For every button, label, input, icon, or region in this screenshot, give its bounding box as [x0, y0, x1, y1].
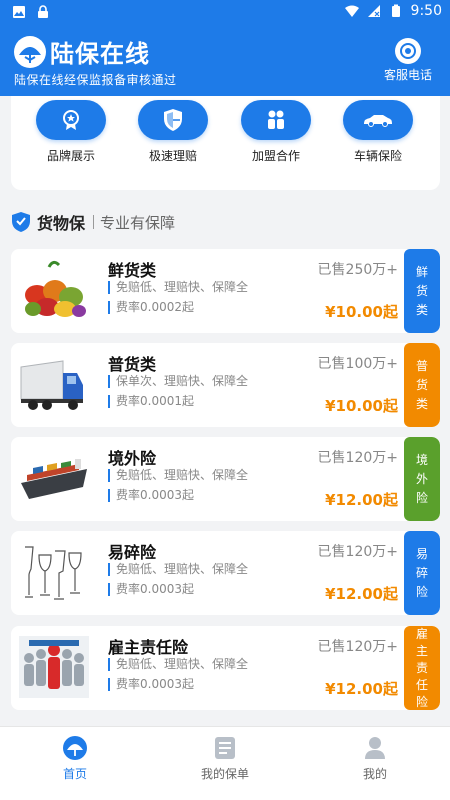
tag-char: 货 [415, 283, 428, 298]
vegetables-image [25, 260, 86, 317]
tag-char: 碎 [415, 565, 428, 580]
tag-char: 主 [415, 643, 428, 658]
product-features: 免赔低、理赔快、保障全 [108, 563, 248, 576]
product-card-fresh[interactable]: 鲜货类 免赔低、理赔快、保障全 费率0.0002起 已售250万+ ¥10.00… [11, 249, 440, 333]
product-rate: 费率0.0003起 [108, 583, 194, 596]
tag-char: 任 [415, 677, 428, 692]
product-price: ¥12.00起 [325, 680, 398, 698]
gallery-icon [13, 6, 25, 18]
people-icon [241, 100, 311, 140]
tag-char: 雇 [415, 626, 428, 641]
product-card-fragile[interactable]: 易碎险 免赔低、理赔快、保障全 费率0.0003起 已售120万+ ¥12.00… [11, 531, 440, 615]
battery-icon [391, 4, 400, 17]
app-title: 陆保在线 [50, 40, 150, 68]
product-name: 普货类 [108, 355, 157, 374]
tag-char: 货 [415, 377, 428, 392]
glassware-image [25, 546, 82, 600]
product-tag[interactable]: 雇 主 责 任 险 [404, 626, 440, 710]
product-sold: 已售120万+ [317, 544, 398, 560]
tag-char: 普 [415, 358, 428, 373]
quick-actions-card: 品牌展示 极速理赔 加盟合作 车辆保险 [11, 96, 440, 190]
product-sold: 已售250万+ [317, 262, 398, 278]
tag-char: 境 [415, 452, 428, 467]
product-price: ¥10.00起 [325, 303, 398, 321]
tag-char: 类 [415, 302, 428, 317]
product-card-general[interactable]: 普货类 保单次、理赔快、保障全 费率0.0001起 已售100万+ ¥10.00… [11, 343, 440, 427]
product-name: 境外险 [108, 449, 157, 468]
quick-action-vehicle[interactable]: 车辆保险 [333, 100, 423, 164]
product-features: 免赔低、理赔快、保障全 [108, 658, 248, 671]
product-tag[interactable]: 鲜 货 类 [404, 249, 440, 333]
quick-action-brand[interactable]: 品牌展示 [26, 100, 116, 164]
quick-action-franchise[interactable]: 加盟合作 [231, 100, 321, 164]
app-subtitle: 陆保在线经保监报备审核通过 [14, 73, 177, 87]
product-card-overseas[interactable]: 境外险 免赔低、理赔快、保障全 费率0.0003起 已售120万+ ¥12.00… [11, 437, 440, 521]
ship-image [21, 459, 87, 499]
status-bar: 9:50 [0, 0, 450, 26]
product-tag[interactable]: 普 货 类 [404, 343, 440, 427]
customer-service-label: 客服电话 [383, 68, 432, 82]
product-features: 保单次、理赔快、保障全 [108, 375, 248, 388]
section-divider [93, 215, 95, 229]
shield-badge-icon [12, 212, 30, 232]
tag-char: 外 [415, 471, 428, 486]
product-name: 雇主责任险 [108, 638, 189, 657]
quick-action-label: 加盟合作 [251, 149, 300, 163]
product-features: 免赔低、理赔快、保障全 [108, 281, 248, 294]
quick-action-claims[interactable]: 极速理赔 [128, 100, 218, 164]
tab-label: 我的 [362, 767, 387, 781]
tab-home[interactable]: 首页 [25, 735, 125, 782]
tab-label: 首页 [62, 767, 87, 781]
tab-my-policies[interactable]: 我的保单 [175, 735, 275, 782]
product-price: ¥12.00起 [325, 491, 398, 509]
status-time: 9:50 [410, 3, 442, 19]
section-slogan: 专业有保障 [100, 213, 176, 232]
product-name: 鲜货类 [108, 261, 157, 280]
product-tag[interactable]: 境 外 险 [404, 437, 440, 521]
bottom-tab-bar: 首页 我的保单 我的 [0, 726, 450, 800]
product-rate: 费率0.0001起 [108, 395, 194, 408]
product-sold: 已售120万+ [317, 450, 398, 466]
product-name: 易碎险 [108, 543, 157, 562]
truck-image [20, 360, 83, 410]
product-sold: 已售120万+ [317, 639, 398, 655]
product-features: 免赔低、理赔快、保障全 [108, 469, 248, 482]
product-sold: 已售100万+ [317, 356, 398, 372]
app-header: 陆保在线 陆保在线经保监报备审核通过 客服电话 [0, 26, 450, 96]
car-icon [343, 100, 413, 140]
logo-icon [14, 36, 46, 68]
tab-profile[interactable]: 我的 [325, 735, 425, 782]
wifi-icon [344, 5, 359, 17]
person-icon [362, 735, 388, 761]
product-price: ¥12.00起 [325, 585, 398, 603]
tag-char: 责 [415, 660, 428, 675]
product-rate: 费率0.0002起 [108, 301, 194, 314]
employees-image [19, 636, 89, 698]
quick-action-label: 极速理赔 [148, 149, 197, 163]
shield-icon [138, 100, 208, 140]
product-price: ¥10.00起 [325, 397, 398, 415]
tag-char: 鲜 [415, 264, 428, 279]
product-tag[interactable]: 易 碎 险 [404, 531, 440, 615]
medal-icon [36, 100, 106, 140]
tab-label: 我的保单 [200, 767, 249, 781]
section-header: 货物保 专业有保障 [11, 210, 175, 234]
quick-action-label: 品牌展示 [46, 149, 95, 163]
product-card-employer[interactable]: 雇主责任险 免赔低、理赔快、保障全 费率0.0003起 已售120万+ ¥12.… [11, 626, 440, 710]
quick-action-label: 车辆保险 [353, 149, 402, 163]
document-icon [212, 735, 238, 761]
tag-char: 险 [415, 490, 428, 505]
customer-service-button[interactable]: 客服电话 [378, 38, 438, 83]
section-title: 货物保 [37, 214, 86, 233]
signal-icon [367, 5, 380, 17]
tag-char: 易 [415, 546, 428, 561]
product-rate: 费率0.0003起 [108, 678, 194, 691]
home-umbrella-icon [62, 735, 88, 761]
product-rate: 费率0.0003起 [108, 489, 194, 502]
tag-char: 险 [415, 584, 428, 599]
headset-icon [395, 38, 421, 64]
tag-char: 类 [415, 396, 428, 411]
lock-icon [38, 5, 48, 18]
tag-char: 险 [415, 694, 428, 709]
